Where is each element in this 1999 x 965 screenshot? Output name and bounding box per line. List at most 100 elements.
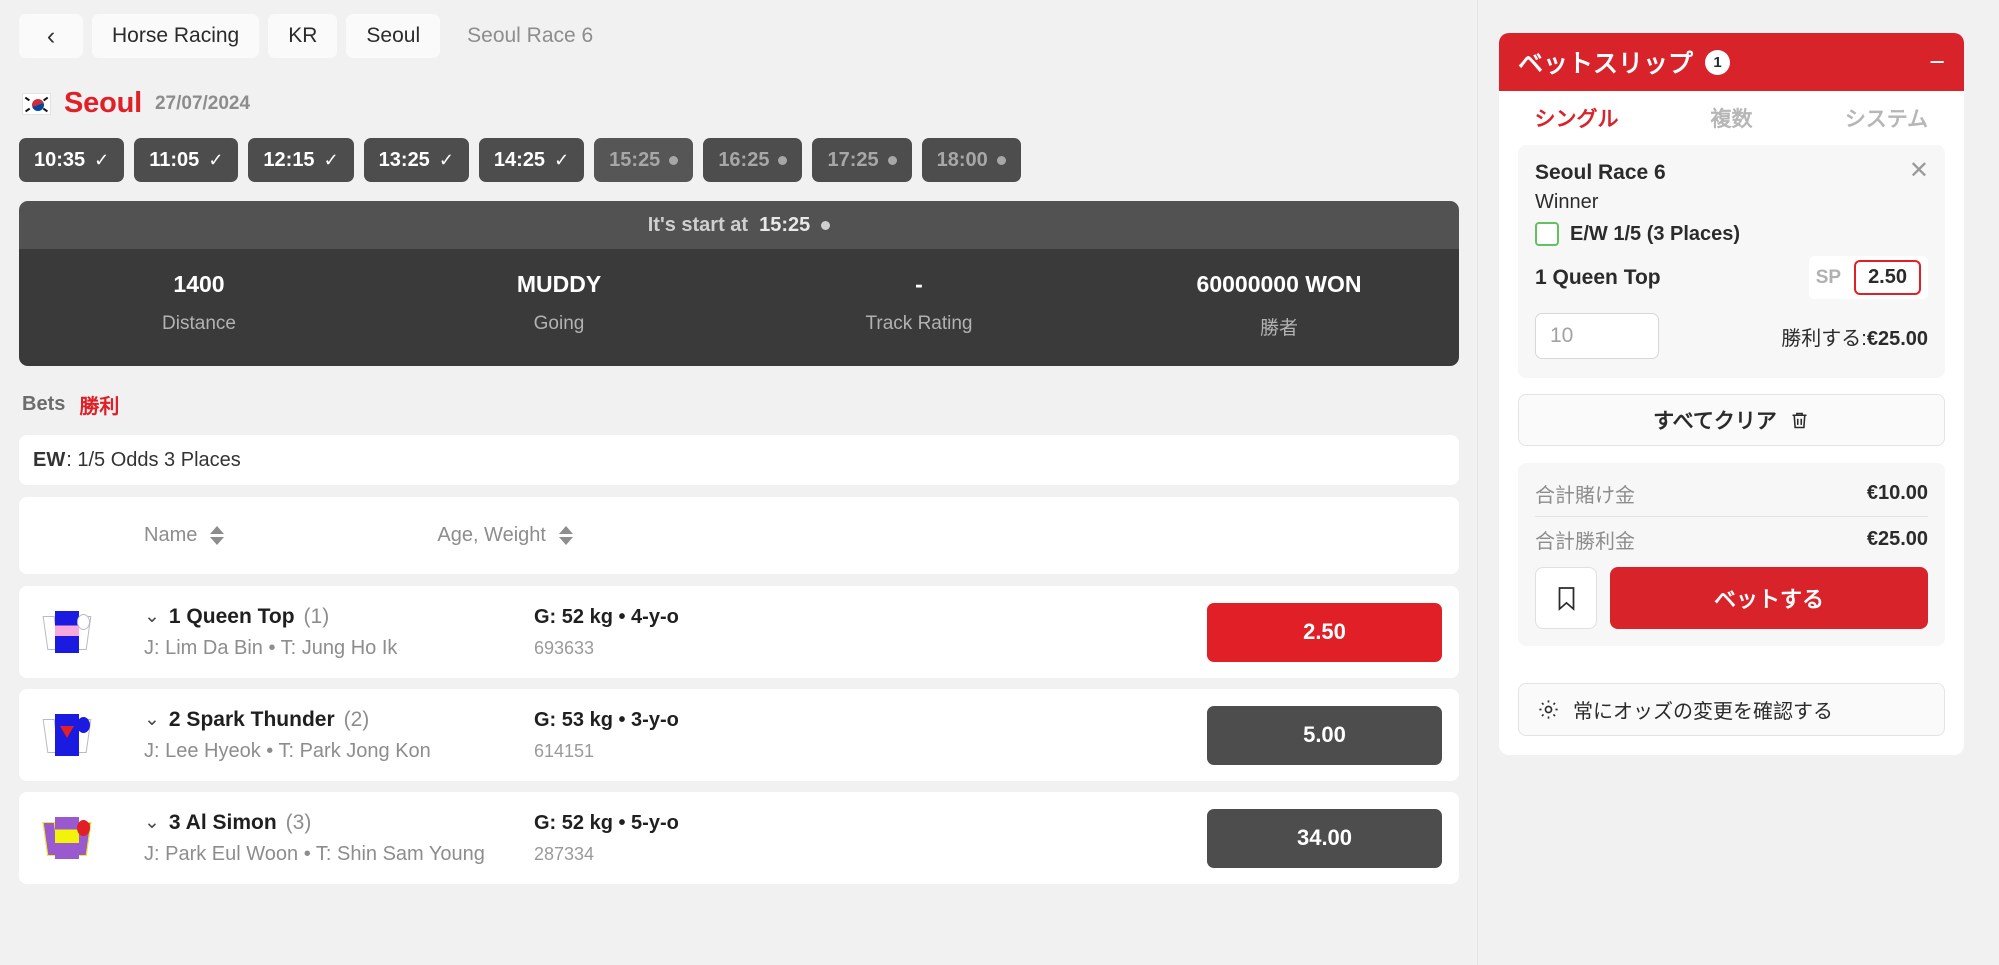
stat-value: - [915, 271, 923, 297]
stake-input[interactable]: 10 [1535, 313, 1659, 359]
table-row[interactable]: ⌄ 1 Queen Top (1) J: Lim Da Bin • T: Jun… [19, 586, 1459, 678]
check-icon: ✓ [94, 149, 110, 170]
betslip-column: ベットスリップ 1 − シングル 複数 システム Seoul Race 6 ✕ … [1478, 0, 1999, 965]
ew-prefix: EW [33, 448, 66, 471]
runners-table-header: Name Age, Weight [19, 497, 1459, 574]
sp-label[interactable]: SP [1816, 267, 1841, 289]
runner-age-weight: G: 52 kg • 4-y-o [534, 605, 679, 628]
column-header-name[interactable]: Name [144, 524, 225, 547]
runner-jockey-trainer: J: Lim Da Bin • T: Jung Ho Ik [144, 636, 398, 659]
total-winnings-row: 合計勝利金 €25.00 [1535, 516, 1928, 561]
breadcrumb-item-kr[interactable]: KR [268, 14, 338, 58]
runner-jockey-trainer: J: Park Eul Woon • T: Shin Sam Young [144, 842, 485, 865]
tab-single[interactable]: シングル [1499, 91, 1654, 145]
runner-info: ⌄ 3 Al Simon (3) J: Park Eul Woon • T: S… [144, 811, 534, 866]
odds-button[interactable]: 2.50 [1207, 602, 1442, 662]
betslip-totals: 合計賭け金 €10.00 合計勝利金 €25.00 ベットする [1518, 463, 1945, 646]
clear-all-label: すべてクリア [1653, 410, 1777, 433]
table-row[interactable]: ⌄ 3 Al Simon (3) J: Park Eul Woon • T: S… [19, 792, 1459, 884]
race-time-1425[interactable]: 14:25 ✓ [478, 138, 585, 182]
clear-all-button[interactable]: すべてクリア [1518, 394, 1945, 446]
back-button[interactable]: ‹ [19, 14, 83, 58]
venue-header: Seoul 27/07/2024 [19, 87, 1459, 120]
runner-form: 287334 [534, 843, 595, 864]
runner-name-row: ⌄ 2 Spark Thunder (2) [144, 708, 534, 732]
breadcrumb: ‹ Horse Racing KR Seoul Seoul Race 6 [19, 0, 1459, 58]
odds-button[interactable]: 34.00 [1207, 808, 1442, 868]
venue-date: 27/07/2024 [154, 92, 251, 114]
minus-icon[interactable]: − [1929, 48, 1945, 76]
check-icon: ✓ [438, 149, 454, 170]
race-stat-going: MUDDY Going [379, 271, 739, 340]
stat-label: Going [533, 313, 585, 334]
bet-stake-row: 10 勝利する:€25.00 [1535, 313, 1928, 359]
race-time-label: 12:15 [263, 148, 315, 171]
race-time-1215[interactable]: 12:15 ✓ [248, 138, 354, 182]
to-win-label: 勝利する: [1781, 327, 1867, 350]
each-way-label: E/W 1/5 (3 Places) [1570, 222, 1741, 245]
race-time-label: 10:35 [34, 148, 86, 171]
race-stat-distance: 1400 Distance [19, 271, 379, 340]
breadcrumb-item-horse-racing[interactable]: Horse Racing [92, 14, 260, 58]
total-winnings-label: 合計勝利金 [1535, 530, 1635, 553]
race-stat-prize: 60000000 WON 勝者 [1099, 271, 1459, 340]
chevron-down-icon[interactable]: ⌄ [144, 605, 160, 628]
place-bet-button[interactable]: ベットする [1610, 567, 1928, 629]
each-way-row[interactable]: E/W 1/5 (3 Places) [1535, 222, 1928, 246]
runner-name: 3 Al Simon [168, 810, 277, 834]
race-time-1725[interactable]: 17:25 [812, 138, 912, 182]
column-header-age-weight[interactable]: Age, Weight [437, 524, 573, 547]
bet-odds-group: SP 2.50 [1808, 256, 1928, 299]
silks-icon [36, 710, 98, 760]
betslip-title: ベットスリップ [1518, 50, 1694, 78]
betslip-header: ベットスリップ 1 − [1499, 33, 1964, 91]
race-time-1105[interactable]: 11:05 ✓ [134, 138, 239, 182]
table-row[interactable]: ⌄ 2 Spark Thunder (2) J: Lee Hyeok • T: … [19, 689, 1459, 781]
bookmark-button[interactable] [1535, 567, 1597, 629]
odds-button[interactable]: 5.00 [1207, 705, 1442, 765]
chevron-down-icon[interactable]: ⌄ [144, 811, 160, 834]
close-icon[interactable]: ✕ [1909, 159, 1929, 183]
dot-icon [996, 155, 1006, 165]
bet-odds-value[interactable]: 2.50 [1854, 260, 1921, 295]
betslip-body: Seoul Race 6 ✕ Winner E/W 1/5 (3 Places)… [1499, 145, 1964, 666]
total-stake-value: €10.00 [1866, 482, 1928, 504]
stat-value: 1400 [173, 271, 225, 297]
race-time-1625[interactable]: 16:25 [703, 138, 803, 182]
each-way-checkbox[interactable] [1535, 222, 1559, 246]
stat-value: 60000000 WON [1196, 271, 1362, 297]
chevron-down-icon[interactable]: ⌄ [144, 708, 160, 731]
race-time-1525[interactable]: 15:25 [594, 138, 694, 182]
race-info-panel: It's start at 15:25 1400 Distance MUDDY … [19, 201, 1459, 366]
main-content: ‹ Horse Racing KR Seoul Seoul Race 6 Seo… [0, 0, 1478, 965]
each-way-terms-bar: EW: 1/5 Odds 3 Places [19, 435, 1459, 485]
race-time-label: 14:25 [493, 148, 546, 171]
tab-multiple[interactable]: 複数 [1654, 91, 1809, 145]
race-times-list: 10:35 ✓ 11:05 ✓ 12:15 ✓ 13:25 ✓ 14:25 ✓ … [19, 138, 1459, 182]
breadcrumb-item-seoul[interactable]: Seoul [346, 14, 441, 58]
sort-icon[interactable] [210, 526, 225, 545]
race-time-label: 18:00 [936, 148, 988, 171]
column-label: Name [144, 524, 198, 546]
app-root: ‹ Horse Racing KR Seoul Seoul Race 6 Seo… [0, 0, 1999, 965]
race-time-1325[interactable]: 13:25 ✓ [363, 138, 469, 182]
runners-list: ⌄ 1 Queen Top (1) J: Lim Da Bin • T: Jun… [19, 586, 1459, 884]
sort-icon[interactable] [558, 526, 573, 545]
runner-draw: (3) [285, 810, 312, 834]
race-time-1035[interactable]: 10:35 ✓ [19, 138, 125, 182]
ew-terms: : 1/5 Odds 3 Places [66, 448, 241, 471]
betslip-actions: ベットする [1535, 567, 1928, 629]
tab-system[interactable]: システム [1809, 91, 1964, 145]
kr-flag-icon [22, 92, 51, 115]
stat-label: 勝者 [1259, 318, 1298, 339]
column-label: Age, Weight [437, 524, 546, 546]
race-time-label: 16:25 [718, 148, 770, 171]
odds-confirm-option[interactable]: 常にオッズの変更を確認する [1518, 683, 1945, 736]
runner-jockey-trainer: J: Lee Hyeok • T: Park Jong Kon [144, 739, 431, 762]
stat-value: MUDDY [516, 271, 602, 297]
runner-form: 693633 [534, 637, 595, 658]
bets-value[interactable]: 勝利 [79, 390, 119, 419]
race-time-1800[interactable]: 18:00 [921, 138, 1021, 182]
betslip-panel: ベットスリップ 1 − シングル 複数 システム Seoul Race 6 ✕ … [1499, 33, 1964, 755]
runner-name-row: ⌄ 3 Al Simon (3) [144, 811, 534, 835]
